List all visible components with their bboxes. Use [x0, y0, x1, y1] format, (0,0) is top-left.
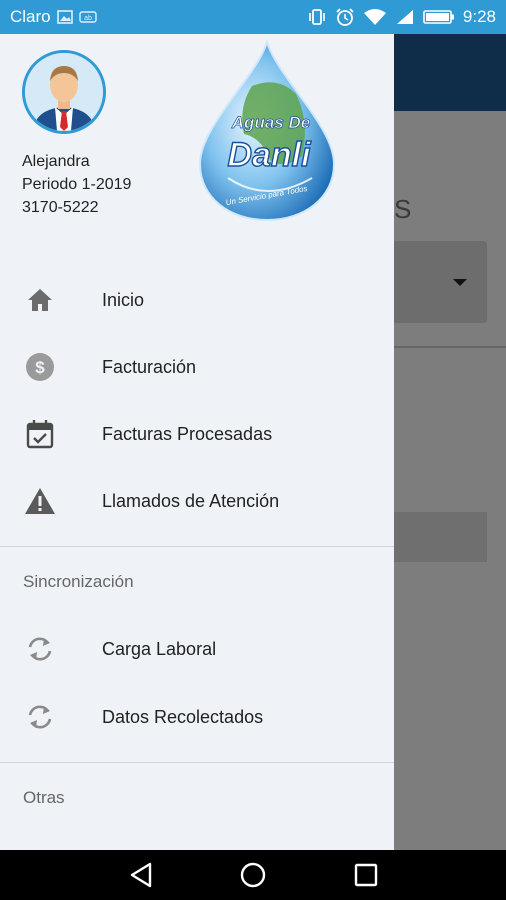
alarm-icon [335, 7, 355, 27]
company-logo: Aguas De Danli Un Servicio para Todos [192, 38, 342, 222]
status-bar: Claro ab 9:28 [0, 0, 506, 34]
navigation-drawer: Alejandra Periodo 1-2019 3170-5222 Aguas… [0, 34, 394, 850]
home-icon [24, 284, 56, 316]
user-period: Periodo 1-2019 [22, 176, 132, 193]
calendar-check-icon [24, 418, 56, 450]
section-header-otras: Otras [23, 788, 65, 807]
signal-icon [395, 8, 415, 26]
menu-item-facturas-procesadas[interactable]: Facturas Procesadas [0, 402, 394, 466]
avatar-person-icon [25, 53, 103, 131]
logo-line1: Aguas De [231, 113, 310, 132]
menu-label: Inicio [102, 289, 145, 310]
menu-label: Datos Recolectados [102, 706, 264, 727]
menu-item-facturacion[interactable]: $ Facturación [0, 335, 394, 399]
back-icon[interactable] [127, 861, 155, 889]
recents-icon[interactable] [352, 861, 380, 889]
user-avatar [22, 50, 106, 134]
background-bar [380, 512, 487, 562]
svg-text:$: $ [35, 358, 45, 377]
user-info: Alejandra Periodo 1-2019 3170-5222 [22, 150, 131, 219]
menu-label: Llamados de Atención [102, 490, 280, 511]
menu-item-llamados-atencion[interactable]: Llamados de Atención [0, 469, 394, 533]
image-notification-icon [56, 9, 73, 25]
menu-divider [0, 762, 394, 763]
warning-icon [24, 485, 56, 517]
clock-time: 9:28 [462, 7, 496, 26]
menu-item-inicio[interactable]: Inicio [0, 268, 394, 332]
vibrate-icon [307, 8, 327, 26]
carrier-label: Claro [10, 7, 51, 26]
menu-item-carga-laboral[interactable]: Carga Laboral [0, 617, 394, 681]
dollar-circle-icon: $ [24, 351, 56, 383]
background-dropdown [385, 241, 487, 323]
drawer-header: Alejandra Periodo 1-2019 3170-5222 Aguas… [0, 34, 394, 250]
dropdown-caret-icon [453, 279, 467, 286]
logo-line2: Danli [227, 136, 312, 174]
sync-icon [24, 701, 56, 733]
home-circle-icon[interactable] [239, 861, 267, 889]
user-name: Alejandra [22, 153, 90, 170]
user-phone: 3170-5222 [22, 199, 99, 216]
menu-divider [0, 546, 394, 547]
app-notification-icon: ab [78, 9, 97, 25]
menu-item-datos-recolectados[interactable]: Datos Recolectados [0, 685, 394, 749]
battery-icon [423, 9, 455, 25]
section-header-sincronizacion: Sincronización [23, 572, 134, 591]
wifi-icon [363, 8, 387, 26]
menu-label: Carga Laboral [102, 638, 217, 659]
system-nav-bar [0, 850, 506, 900]
svg-text:ab: ab [84, 15, 92, 22]
menu-label: Facturas Procesadas [102, 423, 273, 444]
background-divider [380, 346, 506, 348]
sync-icon [24, 633, 56, 665]
menu-label: Facturación [102, 356, 197, 377]
partial-label: S [394, 194, 412, 224]
